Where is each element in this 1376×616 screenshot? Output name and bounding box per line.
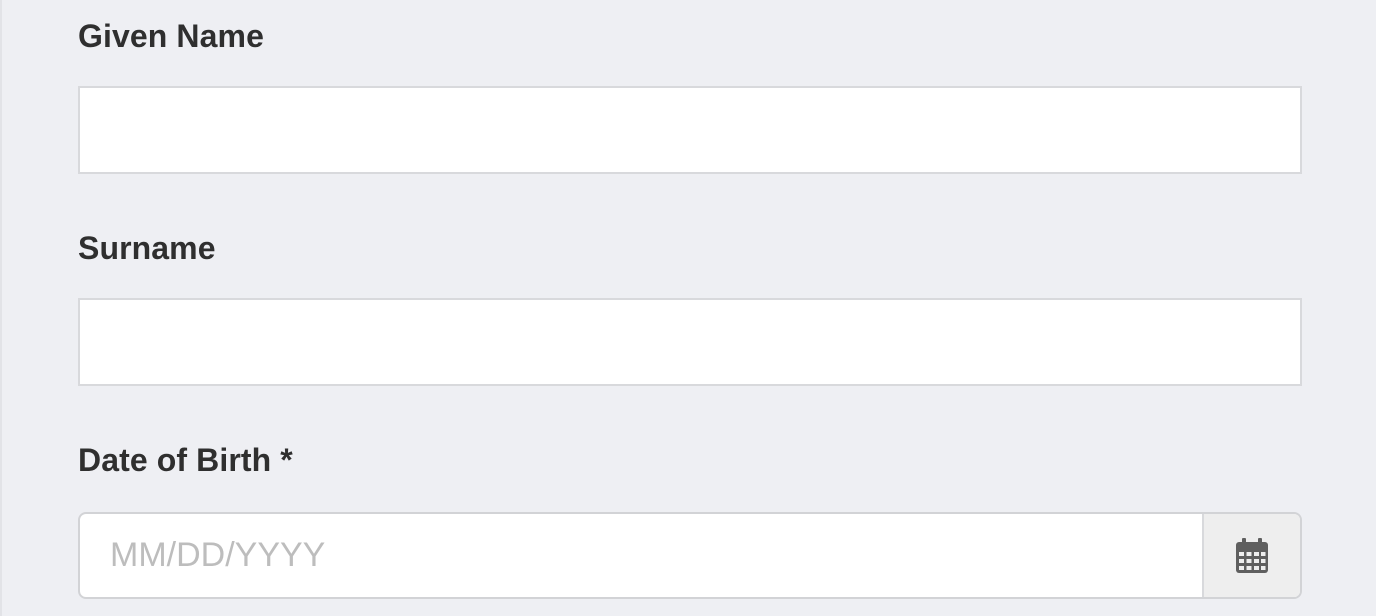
calendar-icon: [1235, 537, 1269, 574]
surname-label: Surname: [78, 230, 216, 266]
date-of-birth-label: Date of Birth *: [78, 442, 293, 478]
given-name-input[interactable]: [78, 86, 1302, 174]
left-border: [0, 0, 2, 616]
given-name-label: Given Name: [78, 18, 264, 54]
surname-input[interactable]: [78, 298, 1302, 386]
date-of-birth-input-group: [78, 512, 1302, 599]
date-of-birth-input[interactable]: [80, 514, 1206, 597]
calendar-button[interactable]: [1202, 514, 1300, 597]
